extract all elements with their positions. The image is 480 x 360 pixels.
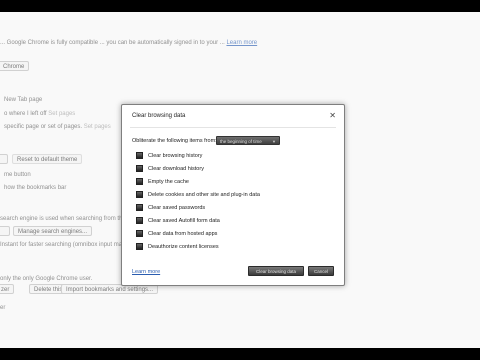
checkbox[interactable] <box>136 191 143 198</box>
learn-more-link[interactable]: Learn more <box>132 269 160 275</box>
time-range-value: the beginning of time <box>220 139 262 144</box>
checkbox[interactable] <box>136 230 143 237</box>
option-content-licenses[interactable]: Deauthorize content licenses <box>136 242 219 251</box>
checkbox[interactable] <box>136 152 143 159</box>
clear-browsing-data-dialog: Clear browsing data ✕ Obliterate the fol… <box>121 104 345 286</box>
option-saved-passwords[interactable]: Clear saved passwords <box>136 203 205 212</box>
time-range-select[interactable]: the beginning of time ▼ <box>216 136 280 145</box>
clear-browsing-data-button[interactable]: Clear browsing data <box>248 266 304 276</box>
option-browsing-history[interactable]: Clear browsing history <box>136 151 202 160</box>
cancel-button[interactable]: Cancel <box>308 266 334 276</box>
option-hosted-apps[interactable]: Clear data from hosted apps <box>136 229 217 238</box>
checkbox[interactable] <box>136 204 143 211</box>
checkbox[interactable] <box>136 243 143 250</box>
option-empty-cache[interactable]: Empty the cache <box>136 177 189 186</box>
checkbox[interactable] <box>136 178 143 185</box>
dialog-title: Clear browsing data <box>132 113 186 119</box>
option-download-history[interactable]: Clear download history <box>136 164 204 173</box>
dialog-divider <box>130 127 336 128</box>
obliterate-label: Obliterate the following items from: <box>132 138 217 144</box>
option-delete-cookies[interactable]: Delete cookies and other site and plug-i… <box>136 190 260 199</box>
chevron-down-icon: ▼ <box>272 139 276 144</box>
dialog-footer: Learn more Clear browsing data Cancel <box>122 263 344 285</box>
checkbox[interactable] <box>136 165 143 172</box>
browser-content: ... Google Chrome is fully compatible ..… <box>0 12 480 348</box>
checkbox[interactable] <box>136 217 143 224</box>
option-autofill-data[interactable]: Clear saved Autofill form data <box>136 216 220 225</box>
close-icon[interactable]: ✕ <box>329 111 336 120</box>
